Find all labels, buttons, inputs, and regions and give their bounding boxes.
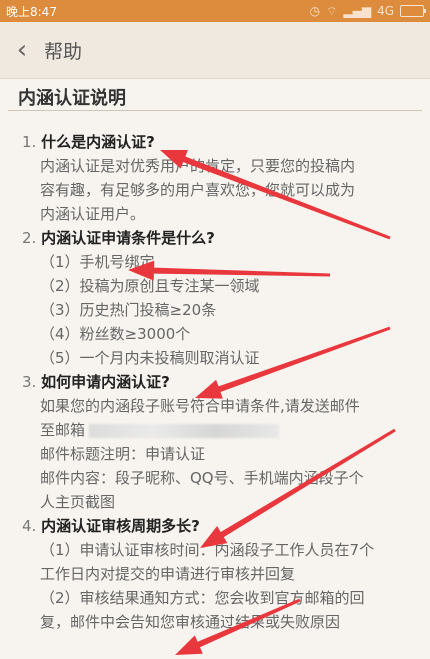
question-number: 3.	[22, 373, 37, 391]
question-1: 1. 什么是内涵认证?	[22, 130, 414, 154]
redacted-email	[89, 423, 280, 438]
question-4: 4. 内涵认证审核周期多长?	[22, 514, 414, 538]
answer-line: （2）审核结果通知方式：您会收到官方邮箱的回	[40, 589, 365, 607]
question-title: 什么是内涵认证?	[41, 133, 155, 151]
answer-line: 复，邮件中会告知您审核通过结果或失败原因	[40, 613, 341, 631]
signal-icon: ▂▄▆	[343, 4, 372, 18]
status-icons: ◷ ⌔ ▂▄▆ 4G	[309, 3, 426, 19]
question-number: 2.	[22, 229, 37, 247]
answer-line: 人主页截图	[40, 493, 116, 511]
answer-line: 容有趣，有足够多的用户喜欢您，您就可以成为	[40, 181, 356, 199]
network-type: 4G	[377, 4, 394, 18]
answer-line: 邮件标题注明：申请认证	[40, 445, 206, 463]
question-title: 内涵认证申请条件是什么?	[41, 229, 215, 247]
question-2: 2. 内涵认证申请条件是什么?	[22, 226, 414, 250]
page-title: 帮助	[44, 40, 83, 63]
status-time: 晚上8:47	[6, 4, 57, 19]
question-3: 3. 如何申请内涵认证?	[22, 370, 414, 394]
condition-item: （4）粉丝数≥3000个	[40, 325, 191, 343]
question-number: 4.	[22, 517, 37, 535]
clock-icon: ◷	[309, 4, 321, 18]
status-bar: 晚上8:47 ◷ ⌔ ▂▄▆ 4G	[0, 0, 430, 22]
nav-bar: ‹ 帮助	[0, 22, 430, 79]
email-line: 至邮箱	[22, 418, 414, 442]
condition-item: （1）手机号绑定	[40, 253, 155, 271]
question-title: 如何申请内涵认证?	[41, 373, 170, 391]
divider	[8, 110, 422, 111]
back-icon[interactable]: ‹	[0, 22, 44, 78]
answer-line: 内涵认证用户。	[40, 205, 146, 223]
email-prefix: 至邮箱	[40, 421, 86, 439]
answer-line: 如果您的内涵段子账号符合申请条件,请发送邮件	[40, 397, 360, 415]
condition-item: （3）历史热门投稿≥20条	[40, 301, 217, 319]
answer-line: 工作日内对提交的申请进行审核并回复	[40, 565, 296, 583]
question-number: 1.	[22, 133, 37, 151]
condition-item: （2）投稿为原创且专注某一领域	[40, 277, 260, 295]
answer-line: （1）申请认证审核时间：内涵段子工作人员在7个	[40, 541, 375, 559]
battery-icon	[400, 5, 426, 17]
help-content: 1. 什么是内涵认证? 内涵认证是对优秀用户的肯定，只要您的投稿内 容有趣，有足…	[22, 130, 414, 634]
question-title: 内涵认证审核周期多长?	[41, 517, 200, 535]
answer-line: 内涵认证是对优秀用户的肯定，只要您的投稿内	[40, 157, 356, 175]
section-title: 内涵认证说明	[18, 88, 126, 109]
wifi-icon: ⌔	[326, 3, 338, 18]
answer-line: 邮件内容：段子昵称、QQ号、手机端内涵段子个	[40, 469, 364, 487]
condition-item: （5）一个月内未投稿则取消认证	[40, 349, 260, 367]
